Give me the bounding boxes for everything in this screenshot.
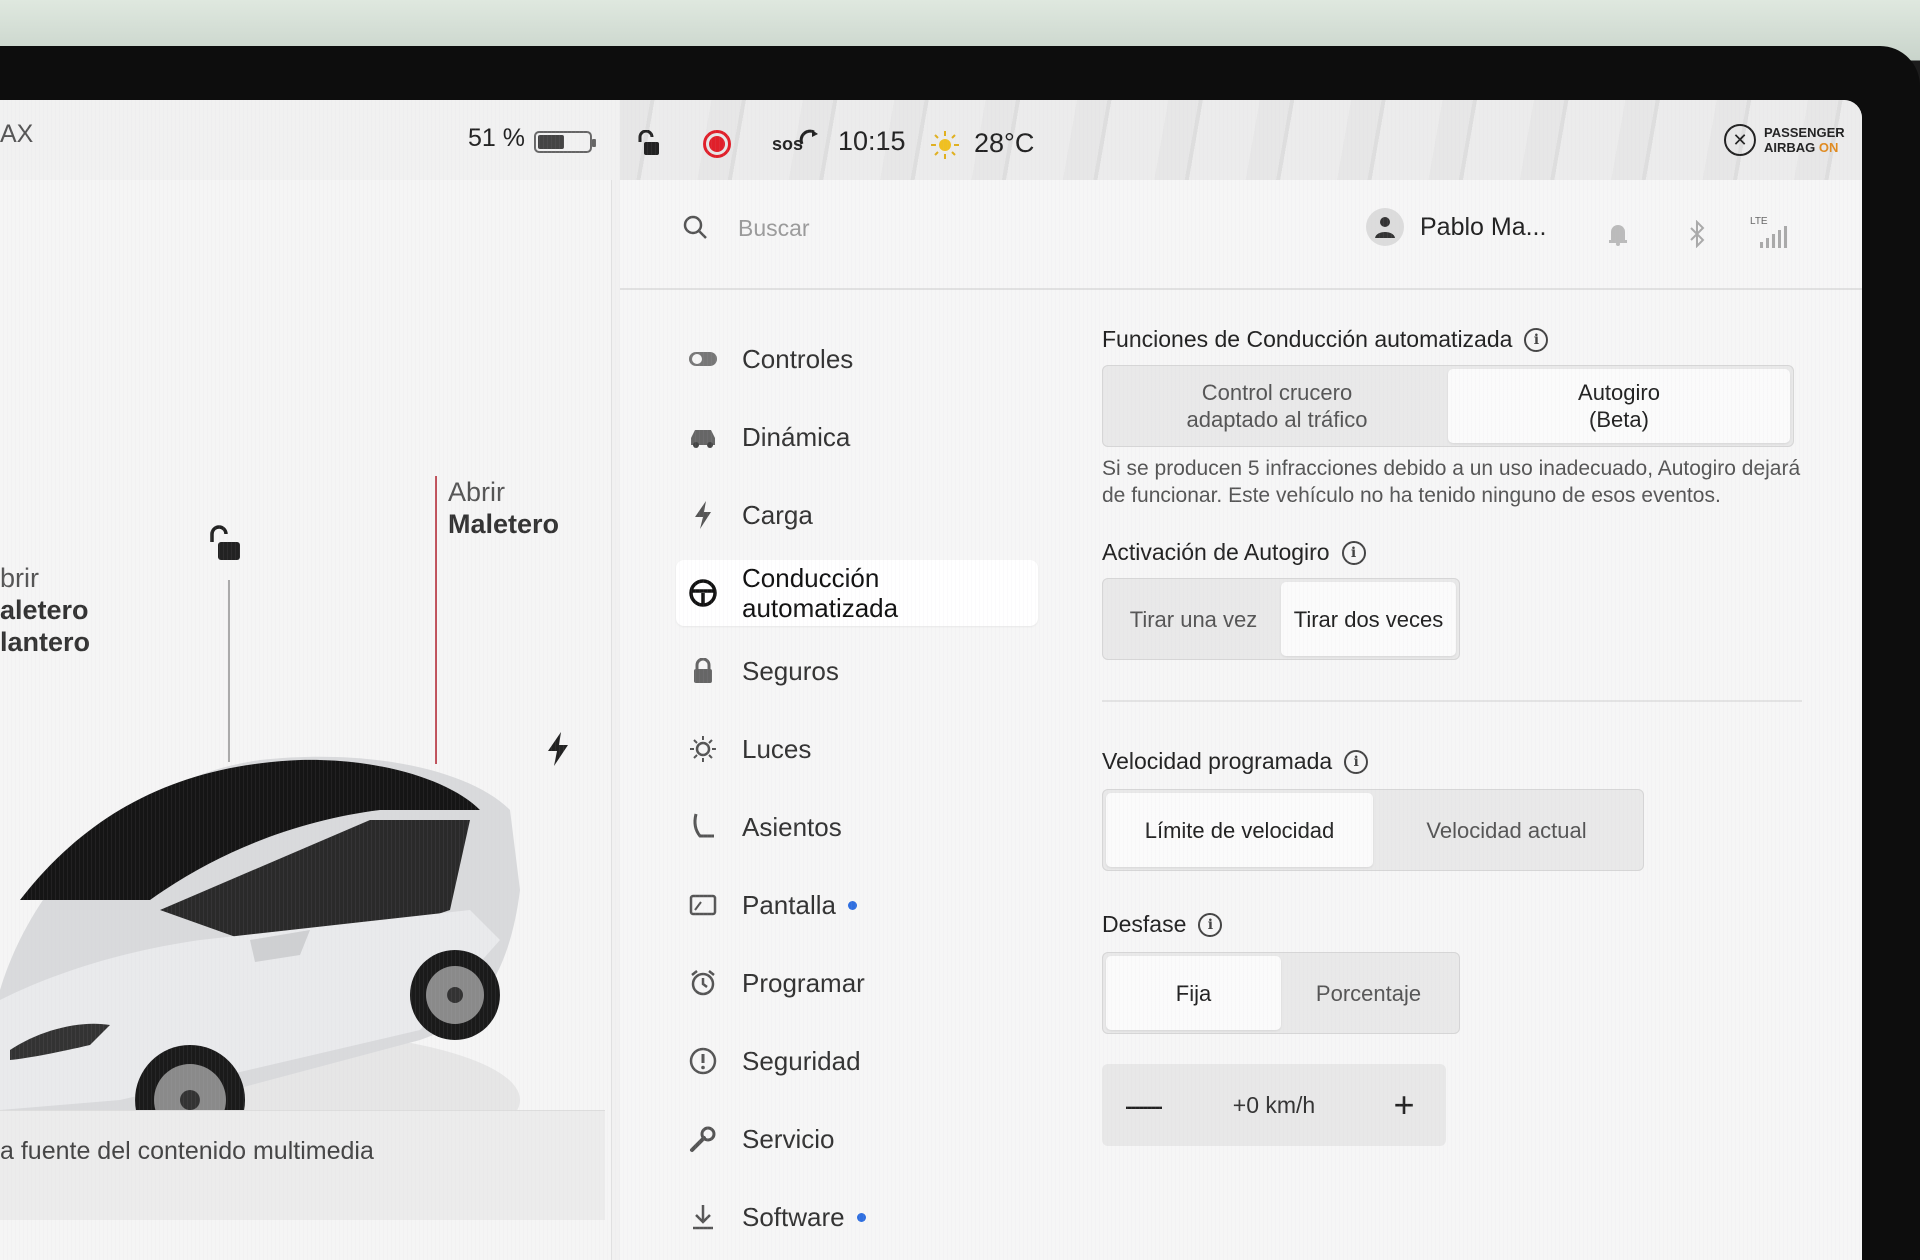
offset-value: +0 km/h bbox=[1232, 1091, 1316, 1118]
section-title: Desfase i bbox=[1102, 911, 1802, 938]
steering-wheel-icon bbox=[688, 578, 718, 608]
door-unlock-icon[interactable] bbox=[206, 524, 244, 569]
lightning-icon bbox=[688, 500, 718, 530]
seat-icon bbox=[688, 812, 718, 842]
set-speed-selector: Límite de velocidad Velocidad actual bbox=[1102, 789, 1644, 871]
offset-stepper: — +0 km/h + bbox=[1102, 1064, 1446, 1146]
info-icon[interactable]: i bbox=[1524, 327, 1549, 352]
outside-temperature: 28°C bbox=[974, 128, 1035, 158]
strike-description: Si se producen 5 infracciones debido a u… bbox=[1102, 457, 1801, 507]
airbag-icon: ✕ bbox=[1724, 124, 1756, 156]
bell-icon[interactable] bbox=[1607, 222, 1629, 246]
user-profile-button[interactable]: Pablo Ma... bbox=[1366, 208, 1546, 246]
info-icon[interactable]: i bbox=[1344, 749, 1369, 774]
nav-item-servicio[interactable]: Servicio bbox=[676, 1100, 1038, 1178]
passenger-airbag-indicator: ✕ PASSENGER AIRBAG ON bbox=[1724, 124, 1845, 156]
download-icon bbox=[688, 1202, 718, 1232]
option-pull-twice[interactable]: Tirar dos veces bbox=[1281, 582, 1456, 656]
autopilot-features-selector: Control crucero adaptado al tráfico Autog… bbox=[1102, 365, 1794, 447]
car-visualization-panel: brir aletero lantero Abrir Maletero a fu… bbox=[0, 180, 612, 1260]
touchscreen: AX 51 % sos 10:15 28°C ✕ PASSENGER AIRBA… bbox=[0, 100, 1862, 1260]
lock-icon bbox=[688, 656, 718, 686]
unlocked-padlock-icon[interactable] bbox=[634, 130, 662, 158]
increase-offset-button[interactable]: + bbox=[1382, 1084, 1426, 1126]
nav-item-seguridad[interactable]: Seguridad bbox=[676, 1022, 1038, 1100]
divider bbox=[1102, 700, 1802, 702]
battery-percent: 51 % bbox=[468, 124, 525, 152]
nav-item-software[interactable]: Software bbox=[676, 1178, 1038, 1256]
wrench-icon bbox=[688, 1124, 718, 1154]
info-icon[interactable]: i bbox=[1341, 540, 1366, 565]
update-badge bbox=[847, 900, 857, 910]
alarm-clock-icon bbox=[688, 968, 718, 998]
update-badge bbox=[856, 1212, 866, 1222]
search-icon[interactable] bbox=[682, 214, 708, 240]
autosteer-activation-selector: Tirar una vez Tirar dos veces bbox=[1102, 578, 1460, 660]
car-model-y-image bbox=[0, 756, 520, 1160]
settings-panel: Pablo Ma... LTE Controles Dinámica Carga bbox=[620, 180, 1862, 1260]
nav-item-programar[interactable]: Programar bbox=[676, 944, 1038, 1022]
media-source-bar[interactable]: a fuente del contenido multimedia bbox=[0, 1110, 605, 1220]
nav-item-controles[interactable]: Controles bbox=[676, 320, 1038, 398]
nav-item-dinamica[interactable]: Dinámica bbox=[676, 398, 1038, 476]
person-icon bbox=[1375, 217, 1395, 238]
charge-port-lightning-icon[interactable] bbox=[546, 732, 570, 771]
autopilot-settings: Funciones de Conducción automatizada i C… bbox=[1102, 320, 1802, 1146]
option-percentage[interactable]: Porcentaje bbox=[1281, 956, 1456, 1030]
option-speed-limit[interactable]: Límite de velocidad bbox=[1106, 793, 1373, 867]
section-title: Funciones de Conducción automatizada i bbox=[1102, 326, 1802, 353]
info-icon[interactable]: i bbox=[1198, 912, 1223, 937]
option-fixed[interactable]: Fija bbox=[1106, 956, 1281, 1030]
nav-item-conduccion-automatizada[interactable]: Conducción automatizada bbox=[676, 560, 1038, 626]
nav-item-pantalla[interactable]: Pantalla bbox=[676, 866, 1038, 944]
clock: 10:15 bbox=[838, 126, 906, 156]
alert-icon bbox=[688, 1046, 718, 1076]
airbag-line1: PASSENGER bbox=[1764, 125, 1845, 140]
nav-item-carga[interactable]: Carga bbox=[676, 476, 1038, 554]
open-front-trunk-button[interactable]: brir aletero lantero bbox=[0, 562, 90, 658]
dashcam-record-icon[interactable] bbox=[703, 130, 731, 158]
media-source-text: a fuente del contenido multimedia bbox=[0, 1137, 374, 1165]
range-text: AX bbox=[0, 120, 34, 148]
airbag-line2: AIRBAG bbox=[1764, 140, 1816, 155]
avatar bbox=[1366, 208, 1404, 246]
settings-nav: Controles Dinámica Carga Conducción autom… bbox=[676, 320, 1038, 1256]
option-traffic-aware-cruise[interactable]: Control crucero adaptado al tráfico bbox=[1106, 369, 1448, 443]
airbag-state: ON bbox=[1818, 140, 1839, 155]
status-bar: AX 51 % sos 10:15 28°C ✕ PASSENGER AIRBA… bbox=[0, 100, 1862, 180]
user-name: Pablo Ma... bbox=[1420, 212, 1547, 241]
trunk-leader-line bbox=[435, 476, 437, 764]
battery-icon bbox=[534, 131, 596, 153]
search-input[interactable] bbox=[738, 210, 1138, 246]
nav-item-asientos[interactable]: Asientos bbox=[676, 788, 1038, 866]
option-autosteer[interactable]: Autogiro (Beta) bbox=[1448, 369, 1790, 443]
offset-type-selector: Fija Porcentaje bbox=[1102, 952, 1460, 1034]
sun-icon bbox=[930, 130, 960, 160]
toggle-icon bbox=[688, 344, 718, 374]
sos-phone-icon bbox=[799, 129, 818, 145]
settings-header: Pablo Ma... LTE bbox=[620, 180, 1862, 290]
display-icon bbox=[688, 890, 718, 920]
door-leader-line bbox=[228, 580, 230, 762]
option-pull-once[interactable]: Tirar una vez bbox=[1106, 582, 1281, 656]
car-icon bbox=[688, 422, 718, 452]
section-title: Activación de Autogiro i bbox=[1102, 539, 1802, 566]
bluetooth-icon[interactable] bbox=[1688, 220, 1706, 248]
decrease-offset-button[interactable]: — bbox=[1122, 1084, 1166, 1126]
nav-item-seguros[interactable]: Seguros bbox=[676, 632, 1038, 710]
nav-item-luces[interactable]: Luces bbox=[676, 710, 1038, 788]
option-current-speed[interactable]: Velocidad actual bbox=[1373, 793, 1640, 867]
section-title: Velocidad programada i bbox=[1102, 748, 1802, 775]
open-rear-trunk-button[interactable]: Abrir Maletero bbox=[448, 476, 559, 540]
light-icon bbox=[688, 734, 718, 764]
